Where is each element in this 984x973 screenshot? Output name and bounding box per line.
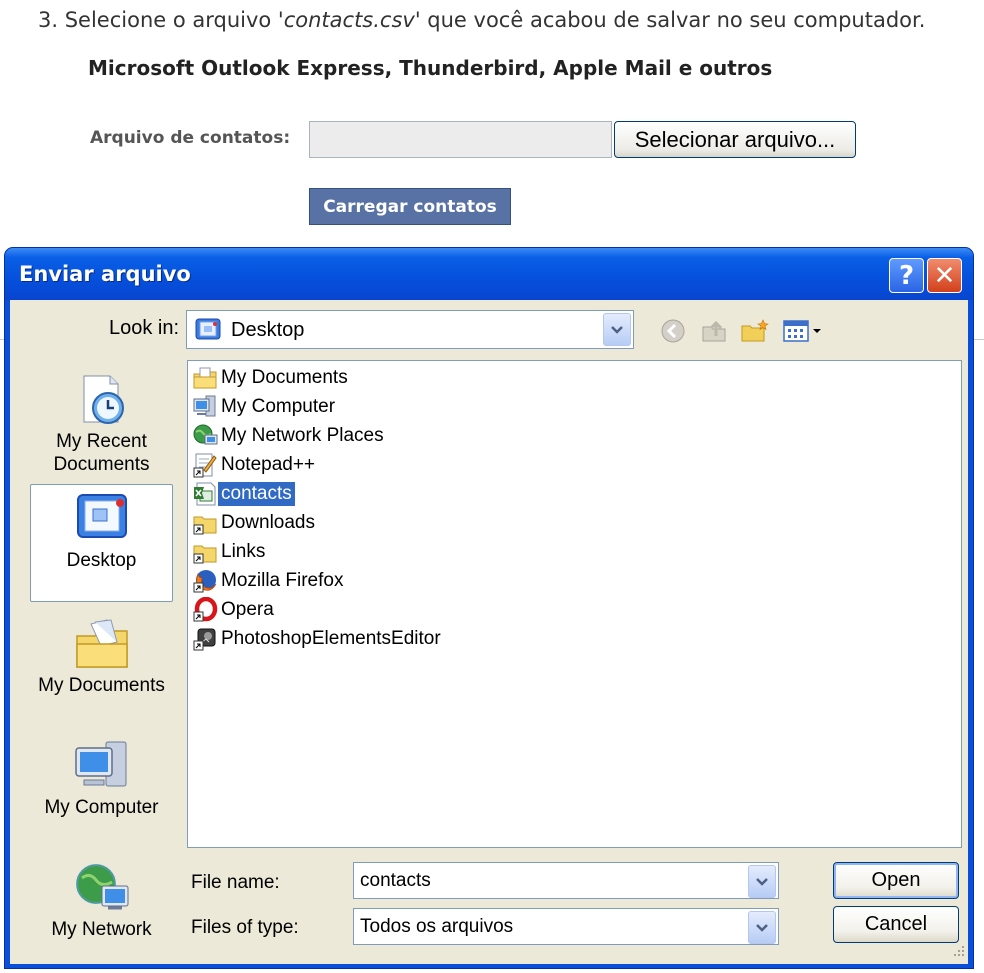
select-file-button[interactable]: Selecionar arquivo... [614, 121, 856, 158]
desktop-icon [76, 494, 127, 538]
place-my-network[interactable]: My Network [30, 854, 173, 964]
file-name-value: contacts [360, 870, 431, 891]
file-name: Downloads [221, 512, 315, 533]
list-item[interactable]: Downloads [192, 510, 318, 536]
place-my-computer[interactable]: My Computer [30, 732, 173, 848]
my-network-icon [75, 864, 128, 910]
list-item[interactable]: PhotoshopElementsEditor [192, 626, 444, 652]
contacts-file-label: Arquivo de contatos: [90, 128, 291, 148]
file-name: Notepad++ [221, 454, 316, 475]
photoshop-shortcut-icon [193, 628, 216, 651]
file-name: contacts [218, 482, 295, 506]
step-filename: contacts.csv [283, 8, 415, 32]
upload-contacts-button[interactable]: Carregar contatos [309, 188, 511, 225]
close-button[interactable]: ✕ [927, 258, 962, 293]
opera-icon [193, 597, 218, 622]
resize-grip-icon[interactable] [950, 942, 966, 962]
excel-csv-icon [194, 482, 216, 506]
open-button[interactable]: Open [833, 862, 959, 899]
file-list[interactable]: My Documents My Computer My Network Plac… [187, 360, 962, 848]
list-item[interactable]: contacts [192, 481, 295, 507]
notepad-shortcut-icon [193, 453, 217, 478]
file-name: My Computer [221, 396, 336, 417]
my-documents-icon [193, 367, 217, 389]
chevron-down-icon[interactable] [748, 865, 776, 898]
chevron-down-icon[interactable] [748, 911, 776, 944]
my-documents-icon [75, 619, 128, 668]
list-item[interactable]: Notepad++ [192, 452, 318, 478]
file-type-value: Todos os arquivos [360, 916, 514, 937]
list-item[interactable]: My Computer [192, 394, 338, 420]
firefox-icon [193, 570, 217, 593]
dialog-body: Look in: Desktop My Recent Documents Des… [10, 300, 968, 964]
file-type-label: Files of type: [191, 917, 299, 938]
views-menu-icon[interactable] [782, 318, 824, 348]
place-recent-documents[interactable]: My Recent Documents [30, 368, 173, 480]
my-computer-icon [74, 741, 126, 787]
list-item[interactable]: Mozilla Firefox [192, 568, 346, 594]
step-instruction: 3. Selecione o arquivo 'contacts.csv' qu… [38, 8, 926, 32]
file-name: Links [221, 541, 266, 562]
file-name: PhotoshopElementsEditor [221, 628, 441, 649]
list-item[interactable]: My Network Places [192, 423, 387, 449]
up-folder-icon[interactable] [700, 318, 728, 348]
back-icon[interactable] [660, 318, 686, 348]
file-name: Mozilla Firefox [221, 570, 344, 591]
place-label: My Computer [44, 797, 159, 818]
place-label: My Network [51, 919, 152, 940]
file-upload-dialog: Enviar arquivo ? ✕ Look in: Desktop My R… [4, 247, 974, 969]
place-my-documents[interactable]: My Documents [30, 612, 173, 722]
place-desktop[interactable]: Desktop [30, 484, 173, 602]
cancel-button[interactable]: Cancel [833, 906, 959, 943]
email-clients-subtitle: Microsoft Outlook Express, Thunderbird, … [88, 56, 773, 80]
dialog-titlebar[interactable]: Enviar arquivo ? ✕ [5, 248, 973, 300]
dialog-title: Enviar arquivo [19, 262, 191, 286]
chevron-down-icon[interactable] [603, 313, 631, 346]
folder-shortcut-icon [193, 545, 217, 564]
file-name: Opera [221, 599, 274, 620]
look-in-value: Desktop [231, 319, 305, 341]
look-in-label: Look in: [109, 317, 180, 339]
list-item[interactable]: Links [192, 539, 268, 565]
folder-shortcut-icon [193, 516, 217, 535]
places-bar: My Recent Documents Desktop My Documents… [24, 360, 176, 964]
place-label: My Documents [38, 675, 165, 696]
recent-documents-icon [83, 375, 124, 424]
file-name: My Network Places [221, 425, 384, 446]
file-name-input[interactable]: contacts [353, 862, 779, 899]
list-item[interactable]: My Documents [192, 365, 351, 391]
list-item[interactable]: Opera [192, 597, 277, 623]
network-places-icon [193, 424, 218, 445]
file-type-dropdown[interactable]: Todos os arquivos [353, 908, 779, 945]
help-button[interactable]: ? [889, 258, 924, 293]
contacts-file-path-field[interactable] [309, 121, 612, 158]
look-in-dropdown[interactable]: Desktop [186, 310, 634, 349]
file-name-label: File name: [191, 872, 280, 893]
place-label: My Recent Documents [53, 431, 150, 475]
my-computer-icon [193, 395, 216, 417]
desktop-icon [195, 318, 221, 346]
new-folder-icon[interactable] [740, 318, 770, 348]
file-name: My Documents [221, 367, 348, 388]
place-label: Desktop [66, 550, 137, 571]
